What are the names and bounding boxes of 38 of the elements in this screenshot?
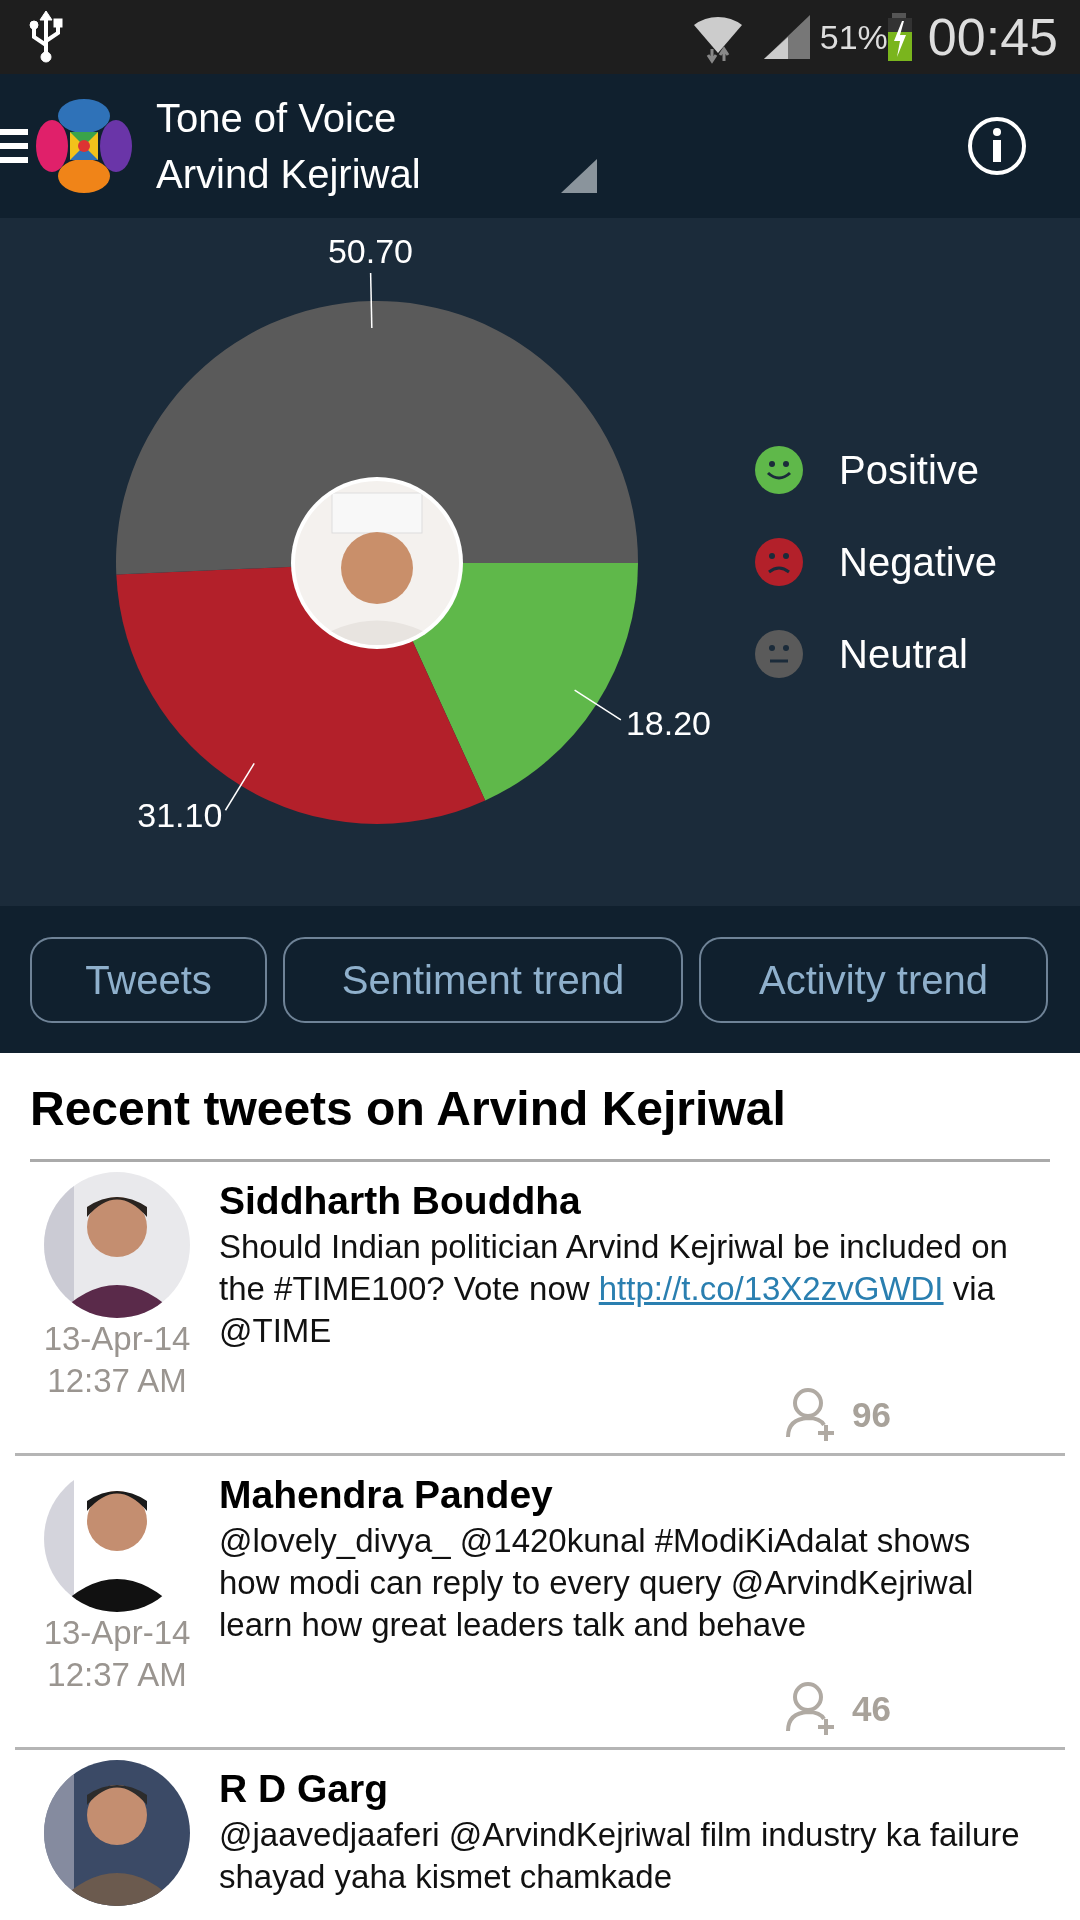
tweet-link[interactable]: http://t.co/13X2zvGWDI xyxy=(598,1270,944,1307)
section-heading: Recent tweets on Arvind Kejriwal xyxy=(30,1053,1050,1162)
app-title: Tone of Voice xyxy=(156,95,398,142)
activity-trend-tab[interactable]: Activity trend xyxy=(699,936,1048,1023)
info-icon[interactable] xyxy=(966,115,1028,177)
author-name: Mahendra Pandey xyxy=(219,1472,554,1518)
leader-line xyxy=(573,689,622,721)
tweet-date: 13-Apr-14 xyxy=(43,1319,191,1359)
leader-line xyxy=(369,272,373,329)
author-name: Siddharth Bouddha xyxy=(219,1178,582,1224)
leader-line xyxy=(224,762,255,811)
battery-percent: 51% xyxy=(819,16,888,58)
dropdown-icon[interactable] xyxy=(560,159,597,193)
tweet-text: @lovely_divya_ @1420kunal #ModiKiAdalat shows how modi can reply to every query @ArvindKejriwal learn how great leaders talk and behave xyxy=(219,1521,975,1645)
sad-face-icon xyxy=(755,538,803,586)
legend-label: Negative xyxy=(839,539,997,586)
author-name: R D Garg xyxy=(219,1766,390,1812)
value-label: 31.10 xyxy=(137,796,223,835)
tweets-tab[interactable]: Tweets xyxy=(30,936,267,1023)
follower-count: 96 xyxy=(852,1393,891,1436)
tweet-text: Should Indian politician Arvind Kejriwal be included on the #TIME100? Vote now http://t.co/13X2zvGWDI via @TIME xyxy=(219,1227,1009,1351)
tweet-text: @jaavedjaaferi @ArvindKejriwal film industry ka failure shayad yaha kismet chamkade xyxy=(219,1815,1021,1897)
subject-name: Arvind Kejriwal xyxy=(156,151,421,198)
tweet-date: 13-Apr-14 xyxy=(43,1613,191,1653)
sentiment-trend-tab[interactable]: Sentiment trend xyxy=(283,936,683,1023)
tweet-time: 12:37 AM xyxy=(47,1655,187,1695)
usb-icon xyxy=(28,11,64,63)
app-logo-icon xyxy=(36,98,132,194)
legend-label: Neutral xyxy=(839,631,968,678)
value-label: 50.70 xyxy=(327,232,414,271)
follower-count: 46 xyxy=(852,1687,891,1730)
battery-icon xyxy=(887,13,912,61)
happy-face-icon xyxy=(755,446,803,494)
legend-label: Positive xyxy=(839,447,980,494)
clock: 00:45 xyxy=(927,7,1058,68)
tweet-time: 12:37 AM xyxy=(47,1361,187,1401)
neutral-face-icon xyxy=(755,630,803,678)
value-label: 18.20 xyxy=(625,704,711,743)
